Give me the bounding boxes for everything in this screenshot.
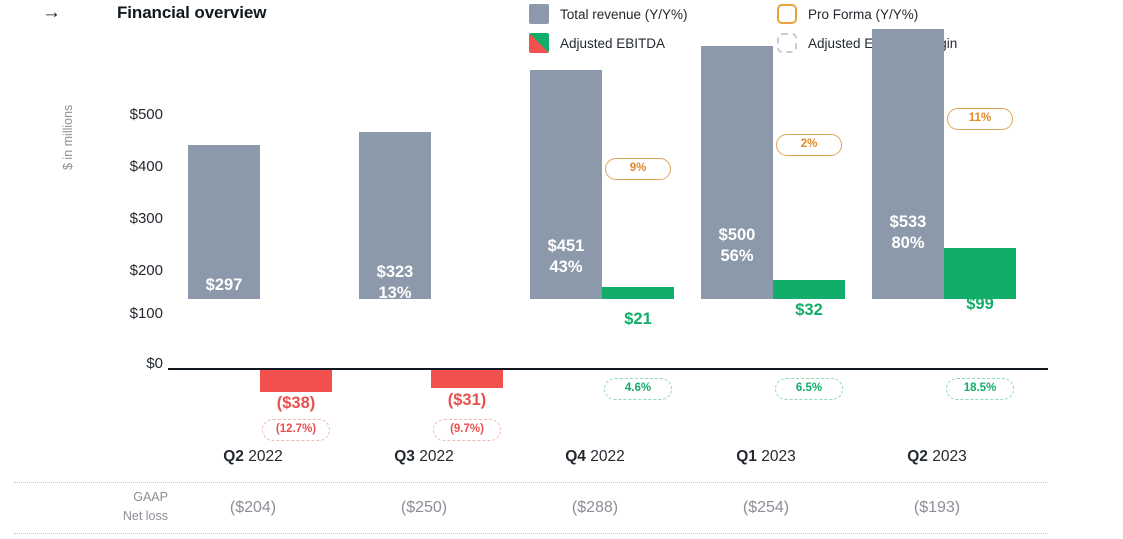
bar-label-adjusted-ebitda: ($38) (276, 394, 316, 412)
x-label-year: 2023 (761, 448, 796, 465)
bar-group-q2-2023: $533 80% 11% $99 18.5% Q2 2023 (852, 0, 1022, 470)
gaap-label-line1: GAAP (133, 490, 168, 504)
x-label-quarter: Q2 (223, 448, 244, 465)
pill-ebitda-margin: 18.5% (946, 378, 1014, 400)
bar-chart-plot-area: $297 9% ($38) (12.7%) Q2 2022 $323 13% (… (0, 0, 1123, 539)
gaap-label-line2: Net loss (122, 509, 168, 523)
bar-group-q3-2022: $323 13% ($31) (9.7%) Q3 2022 (339, 0, 509, 470)
x-axis-label-q4-2022: Q4 2022 (510, 448, 680, 466)
pill-ebitda-margin: 6.5% (775, 378, 843, 400)
zero-baseline (168, 368, 1048, 370)
bar-adjusted-ebitda-positive[interactable] (773, 280, 845, 299)
gaap-net-loss-cell-q1-2023: ($254) (742, 499, 790, 516)
bar-adjusted-ebitda-negative[interactable] (431, 370, 503, 388)
gaap-net-loss-cell-q3-2022: ($250) (400, 499, 448, 516)
x-label-year: 2022 (590, 448, 625, 465)
x-label-quarter: Q4 (565, 448, 586, 465)
revenue-growth: 9% (212, 297, 236, 315)
gaap-net-loss-cell-q4-2022: ($288) (571, 499, 619, 516)
bar-label-total-revenue: $451 43% (530, 236, 602, 278)
gaap-net-loss-cell-q2-2022: ($204) (229, 499, 277, 516)
bar-label-adjusted-ebitda: $99 (966, 295, 994, 313)
bar-label-total-revenue: $323 13% (359, 262, 431, 304)
bar-label-total-revenue: $500 56% (701, 225, 773, 267)
revenue-growth: 80% (891, 234, 925, 252)
bar-group-q4-2022: $451 43% 9% $21 4.6% Q4 2022 (510, 0, 680, 470)
bar-label-total-revenue: $533 80% (872, 212, 944, 254)
x-axis-label-q2-2022: Q2 2022 (168, 448, 338, 466)
x-label-quarter: Q3 (394, 448, 415, 465)
pill-ebitda-margin: 4.6% (604, 378, 672, 400)
pill-pro-forma: 2% (776, 134, 842, 156)
x-axis-label-q1-2023: Q1 2023 (681, 448, 851, 466)
x-label-year: 2022 (248, 448, 283, 465)
bar-label-adjusted-ebitda: ($31) (447, 391, 487, 409)
bar-label-adjusted-ebitda: $32 (795, 301, 823, 319)
revenue-growth: 56% (720, 247, 754, 265)
bar-total-revenue[interactable] (872, 29, 944, 299)
gaap-net-loss-row-label: GAAP Net loss (14, 488, 168, 526)
pill-ebitda-margin: (9.7%) (433, 419, 501, 441)
x-label-quarter: Q2 (907, 448, 928, 465)
pill-pro-forma: 11% (947, 108, 1013, 130)
bar-label-total-revenue: $297 9% (188, 275, 260, 317)
revenue-value: $451 (547, 237, 585, 255)
financial-overview-slide: → Financial overview Total revenue (Y/Y%… (0, 0, 1123, 539)
bar-group-q2-2022: $297 9% ($38) (12.7%) Q2 2022 (168, 0, 338, 470)
revenue-growth: 13% (378, 284, 412, 302)
bar-adjusted-ebitda-positive[interactable] (944, 248, 1016, 299)
x-label-quarter: Q1 (736, 448, 757, 465)
revenue-value: $500 (718, 226, 756, 244)
bar-adjusted-ebitda-negative[interactable] (260, 370, 332, 392)
bar-adjusted-ebitda-positive[interactable] (602, 287, 674, 299)
gaap-net-loss-table: GAAP Net loss ($204) ($250) ($288) ($254… (14, 482, 1048, 534)
gaap-net-loss-cell-q2-2023: ($193) (913, 499, 961, 516)
pill-pro-forma: 9% (605, 158, 671, 180)
revenue-value: $323 (376, 263, 414, 281)
x-axis-label-q2-2023: Q2 2023 (852, 448, 1022, 466)
bar-label-adjusted-ebitda: $21 (624, 310, 652, 328)
pill-ebitda-margin: (12.7%) (262, 419, 330, 441)
revenue-growth: 43% (549, 258, 583, 276)
revenue-value: $533 (889, 213, 927, 231)
x-axis-label-q3-2022: Q3 2022 (339, 448, 509, 466)
x-label-year: 2022 (419, 448, 454, 465)
x-label-year: 2023 (932, 448, 967, 465)
bar-group-q1-2023: $500 56% 2% $32 6.5% Q1 2023 (681, 0, 851, 470)
revenue-value: $297 (205, 276, 243, 294)
